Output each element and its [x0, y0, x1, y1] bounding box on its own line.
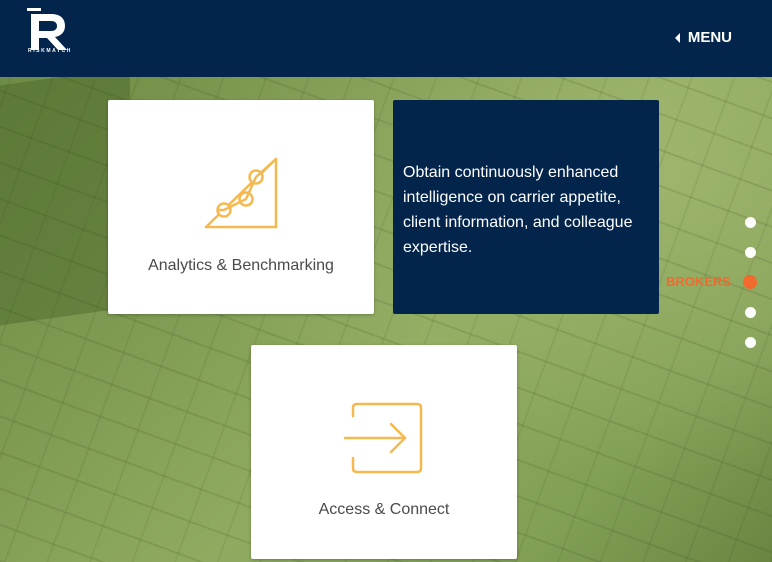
- logo-wordmark: RISKMATCH: [27, 48, 73, 54]
- riskmatch-logo[interactable]: [27, 8, 73, 64]
- analytics-label: Analytics & Benchmarking: [148, 257, 334, 274]
- nav-dot-1[interactable]: [745, 217, 756, 228]
- description-panel: Obtain continuously enhanced intelligenc…: [393, 100, 659, 314]
- nav-dot-2[interactable]: [745, 247, 756, 258]
- menu-button[interactable]: MENU: [674, 29, 732, 46]
- analytics-chart-icon: [204, 157, 278, 229]
- access-label: Access & Connect: [318, 501, 450, 518]
- access-card[interactable]: Access & Connect: [251, 345, 517, 559]
- top-header: RISKMATCH MENU: [0, 0, 772, 77]
- description-text: Obtain continuously enhanced intelligenc…: [403, 164, 633, 256]
- nav-dot-5[interactable]: [745, 337, 756, 348]
- caret-left-icon: [674, 32, 680, 43]
- nav-dot-4[interactable]: [745, 307, 756, 318]
- logo-r-icon: [27, 8, 67, 50]
- analytics-card[interactable]: Analytics & Benchmarking: [108, 100, 374, 314]
- menu-label: MENU: [687, 29, 732, 46]
- nav-dot-active-label[interactable]: BROKERS: [666, 274, 731, 289]
- nav-dot-brokers[interactable]: [743, 275, 757, 289]
- sign-in-arrow-icon: [343, 402, 423, 474]
